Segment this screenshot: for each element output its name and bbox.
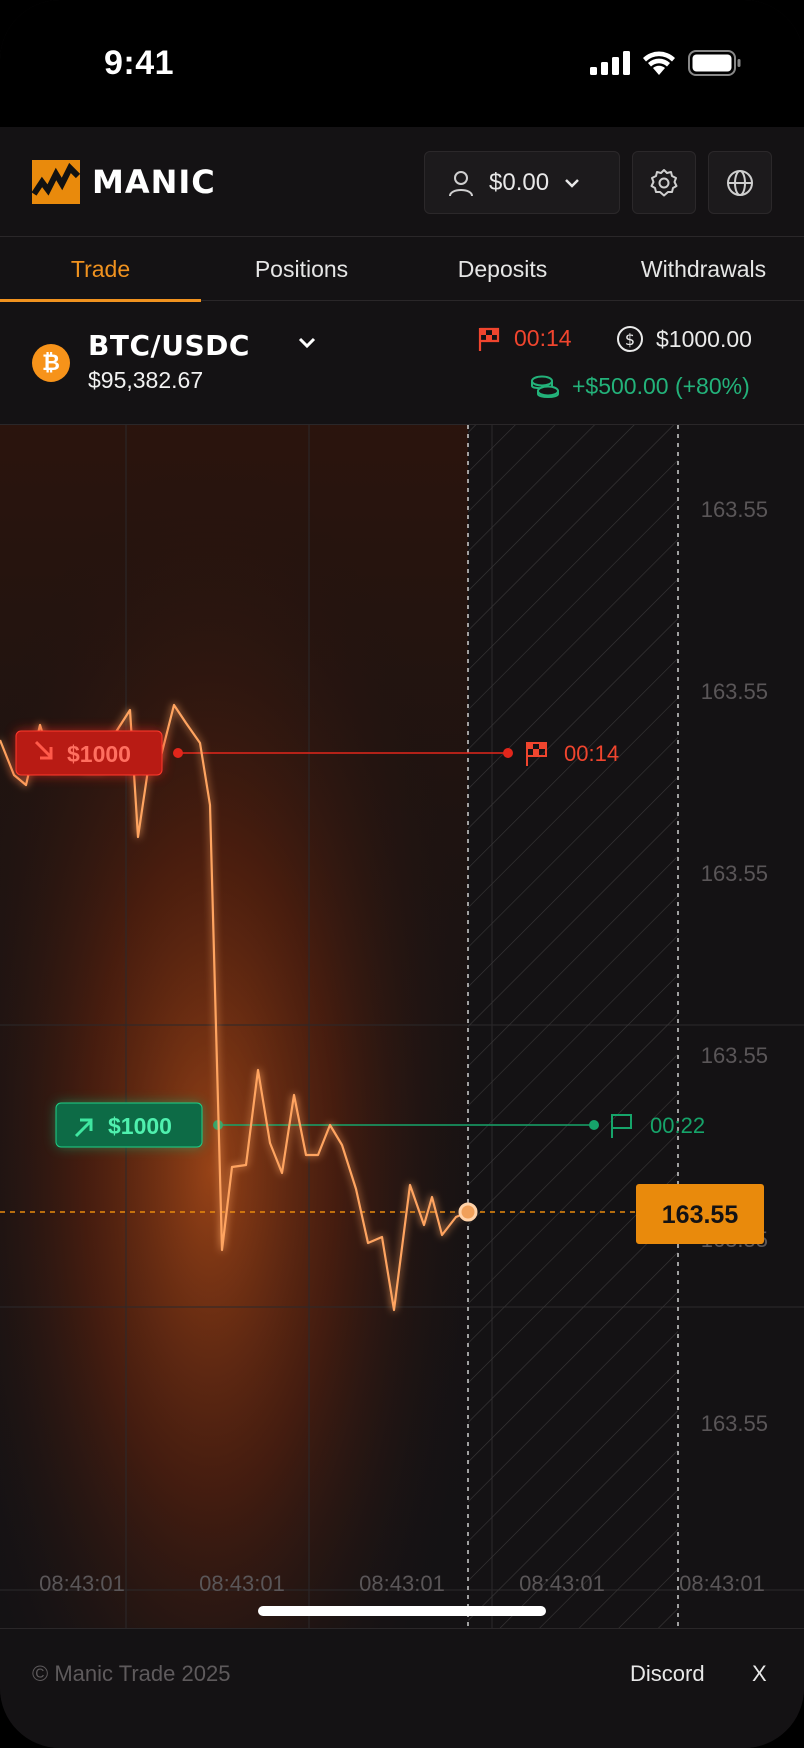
up-order-amount: $1000 [108,1113,172,1139]
tab-positions[interactable]: Positions [201,237,402,301]
price-chart[interactable]: 163.55 163.55 163.55 163.55 163.55 163.55 08:… [0,425,804,1628]
main-tabs: Trade Positions Deposits Withdrawals [0,237,804,302]
y-tick-label: 163.55 [701,1411,768,1436]
price-chart-svg: 163.55 163.55 163.55 163.55 163.55 163.55 08:… [0,425,804,1628]
brand-logo[interactable]: MANIC [31,160,216,204]
discord-link[interactable]: Discord [630,1661,705,1687]
coins-icon [531,375,559,398]
settings-button[interactable] [632,151,696,214]
status-bar: 9:41 [0,0,804,127]
y-tick-label: 163.55 [701,497,768,522]
x-tick-label: 08:43:01 [359,1571,445,1596]
app-footer: © Manic Trade 2025 Discord X [0,1628,804,1748]
dollar-coin-icon: $ [617,326,643,352]
stake-amount: $ $1000.00 [616,325,752,353]
x-tick-label: 08:43:01 [679,1571,765,1596]
current-price-dot [458,1202,478,1222]
chevron-down-icon[interactable] [296,335,318,349]
down-order-start-dot [173,748,183,758]
current-price-badge: 163.55 [636,1184,764,1244]
stake-value: $1000.00 [656,325,752,352]
tab-withdrawals[interactable]: Withdrawals [603,237,804,301]
tab-deposits[interactable]: Deposits [402,237,603,301]
svg-text:163.55: 163.55 [662,1201,739,1229]
x-tick-label: 08:43:01 [199,1571,285,1596]
app-screen: 9:41 MANIC $0.00 Trade Positions Deposit… [0,0,804,1748]
tab-trade[interactable]: Trade [0,237,201,302]
pair-selector[interactable]: BTC/USDC [88,329,250,362]
up-order-end-dot [589,1120,599,1130]
svg-text:00:14: 00:14 [564,741,619,766]
status-icons [590,50,742,76]
brand-mark-icon [31,160,81,204]
svg-text:$: $ [625,330,635,349]
svg-text:00:22: 00:22 [650,1113,705,1138]
y-tick-label: 163.55 [701,861,768,886]
flag-icon [478,327,500,351]
brand-name: MANIC [92,163,216,201]
account-balance-button[interactable]: $0.00 [424,151,620,214]
x-link[interactable]: X [752,1661,767,1687]
signal-icon [590,51,630,75]
status-time: 9:41 [104,44,175,82]
app-header: MANIC $0.00 [0,127,804,237]
copyright-text: © Manic Trade 2025 [32,1661,231,1686]
payout-value: +$500.00 (+80%) [572,373,750,399]
potential-payout: +$500.00 (+80%) [530,373,750,400]
user-icon [449,170,473,196]
pair-price: $95,382.67 [88,367,204,393]
bitcoin-icon: ₿ [32,344,70,382]
down-order-amount: $1000 [67,741,131,767]
y-tick-label: 163.55 [701,679,768,704]
account-balance: $0.00 [489,168,550,196]
battery-icon [688,50,741,76]
language-button[interactable] [708,151,772,214]
expiry-timer: 00:14 [476,325,572,352]
up-order-tag[interactable]: $1000 [55,1102,203,1148]
x-tick-label: 08:43:01 [39,1571,125,1596]
down-order-tag[interactable]: $1000 [15,730,163,776]
home-indicator [258,1606,546,1616]
chevron-down-icon [565,178,579,188]
expiry-timer-value: 00:14 [514,325,572,351]
x-tick-label: 08:43:01 [519,1571,605,1596]
future-zone [468,425,678,1628]
wifi-icon [643,51,675,75]
y-tick-label: 163.55 [701,1043,768,1068]
down-order-end-dot [503,748,513,758]
pair-summary: ₿ BTC/USDC $95,382.67 00:14 $ $1000.00 +… [0,301,804,425]
gear-icon [650,168,678,196]
globe-icon [727,169,753,196]
